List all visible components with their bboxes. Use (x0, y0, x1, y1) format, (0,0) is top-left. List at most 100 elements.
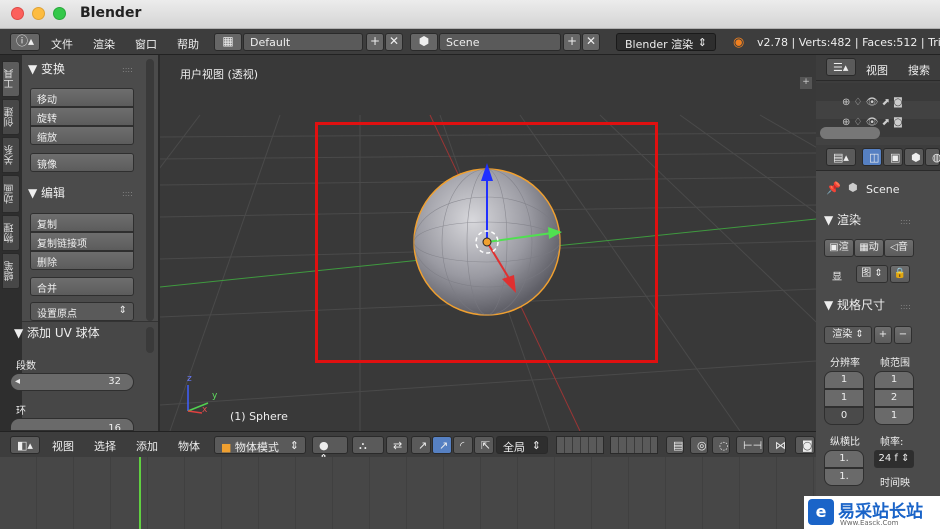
resolution-percent-field[interactable]: 0 (824, 407, 864, 425)
resolution-y-field[interactable]: 1 (824, 389, 864, 407)
toolshelf-scrollbar[interactable] (146, 59, 154, 321)
menu-select[interactable]: 选择 (94, 438, 116, 454)
remove-screen-icon[interactable]: ✕ (385, 33, 403, 51)
current-frame-line[interactable] (139, 457, 141, 529)
editor-type-button[interactable]: ⓘ▴ (10, 33, 40, 51)
snap-element-icon[interactable]: ⊢⊣ (736, 436, 764, 454)
drag-handle-icon[interactable]: :::: (122, 65, 133, 74)
edit-header[interactable]: ▼ 编辑 (28, 184, 65, 201)
move-button[interactable]: 移动 (30, 88, 134, 107)
segments-field[interactable]: ◂ 32 (10, 373, 134, 391)
mode-select[interactable]: ■ 物体模式 ⇕ (214, 436, 306, 454)
outliner-menu-view[interactable]: 视图 (866, 62, 888, 78)
remove-preset-icon[interactable]: − (894, 326, 912, 344)
tab-grease-pencil[interactable]: 蜡笔 (2, 253, 20, 289)
screen-layout-icon[interactable]: ▦ (214, 33, 242, 51)
rotate-widget-toggle[interactable]: ◜ (453, 436, 473, 454)
snap-target-icon[interactable]: ⋈ (768, 436, 786, 454)
preset-select[interactable]: 渲染 ⇕ (824, 326, 872, 344)
proportional-falloff-icon[interactable]: ◌ (712, 436, 730, 454)
scale-button[interactable]: 缩放 (30, 126, 134, 145)
dimensions-panel-header[interactable]: ▼ 规格尺寸 (824, 296, 885, 313)
lock-layers-icon[interactable]: ▤ (666, 436, 684, 454)
screen-layout-field[interactable]: Default (243, 33, 363, 51)
display-select[interactable]: 图 ⇕ (856, 265, 888, 283)
mirror-button[interactable]: 镜像 (30, 153, 134, 172)
menu-render[interactable]: 渲染 (93, 36, 115, 52)
pin-icon[interactable]: 📌 (826, 181, 841, 195)
add-preset-icon[interactable]: + (874, 326, 892, 344)
3d-viewport[interactable]: 用户视图 (透视) + z y x (1) Sphere (160, 55, 816, 431)
frame-end-field[interactable]: 2 (874, 389, 914, 407)
tab-tools[interactable]: 工具 (2, 61, 20, 97)
close-window-button[interactable] (11, 7, 24, 20)
render-panel-header[interactable]: ▼ 渲染 (824, 211, 861, 228)
manipulator-toggle[interactable]: ⇄ (386, 436, 408, 454)
view3d-editor-type-button[interactable]: ◧▴ (10, 436, 40, 454)
aspect-x-field[interactable]: 1. (824, 450, 864, 468)
menu-file[interactable]: 文件 (51, 36, 73, 52)
time-remapping-label: 时间映 (880, 478, 910, 489)
sphere-object[interactable] (160, 55, 816, 431)
outliner-scrollbar[interactable] (820, 127, 880, 139)
properties-editor-type-button[interactable]: ▤▴ (826, 148, 856, 166)
scale-widget-toggle[interactable]: ⇱ (474, 436, 494, 454)
add-scene-icon[interactable]: + (563, 33, 581, 51)
timeline-editor[interactable] (0, 457, 816, 529)
world-context-icon[interactable]: ◍ (925, 148, 940, 166)
minimize-window-button[interactable] (32, 7, 45, 20)
frame-start-field[interactable]: 1 (874, 371, 914, 389)
outliner-editor-type-button[interactable]: ☰▴ (826, 58, 856, 76)
outliner-menu-search[interactable]: 搜索 (908, 62, 930, 78)
render-view-icon[interactable]: ◙ (795, 436, 815, 454)
scene-icon[interactable]: ⬢ (410, 33, 438, 51)
scene-context-icon[interactable]: ⬢ (904, 148, 924, 166)
menu-add[interactable]: 添加 (136, 438, 158, 454)
remove-scene-icon[interactable]: ✕ (582, 33, 600, 51)
render-animation-button[interactable]: ▦动 (854, 239, 884, 257)
set-origin-select[interactable]: 设置原点 ⇕ (30, 302, 134, 321)
tab-relations[interactable]: 关系 (2, 137, 20, 173)
operator-header[interactable]: ▼ 添加 UV 球体 (10, 324, 130, 341)
layer-buttons-b[interactable] (610, 436, 658, 454)
operator-scrollbar[interactable] (146, 327, 154, 353)
lock-interface-icon[interactable]: 🔒 (890, 265, 910, 283)
add-screen-icon[interactable]: + (366, 33, 384, 51)
menu-object[interactable]: 物体 (178, 438, 200, 454)
tab-create[interactable]: 创建 (2, 99, 20, 135)
render-image-button[interactable]: ▣渲 (824, 239, 854, 257)
render-engine-select[interactable]: Blender 渲染 ⇕ (616, 33, 716, 51)
resolution-x-field[interactable]: 1 (824, 371, 864, 389)
layer-buttons-a[interactable] (556, 436, 604, 454)
render-audio-button[interactable]: ◁音 (884, 239, 914, 257)
transform-header[interactable]: ▼ 变换 (28, 60, 65, 77)
outliner-row-icons[interactable]: ⊕ ♢ 👁 ⬈ ◙ (842, 97, 903, 108)
drag-handle-icon[interactable]: :::: (122, 189, 133, 198)
tab-physics[interactable]: 物理 (2, 215, 20, 251)
rings-field[interactable]: 16 (10, 418, 134, 431)
move-widget-toggle[interactable]: ↗ (432, 436, 452, 454)
duplicate-linked-button[interactable]: 复制链接项 (30, 232, 134, 251)
delete-button[interactable]: 删除 (30, 251, 134, 270)
rotate-button[interactable]: 旋转 (30, 107, 134, 126)
menu-help[interactable]: 帮助 (177, 36, 199, 52)
frame-rate-select[interactable]: 24 f ⇕ (874, 450, 914, 468)
translate-widget-toggle[interactable]: ↗ (411, 436, 431, 454)
proportional-edit-icon[interactable]: ◎ (690, 436, 708, 454)
render-context-icon[interactable]: ◫ (862, 148, 882, 166)
aspect-y-field[interactable]: 1. (824, 468, 864, 486)
render-layers-icon[interactable]: ▣ (883, 148, 903, 166)
pivot-select[interactable]: ⛬ (352, 436, 384, 454)
menu-view[interactable]: 视图 (52, 438, 74, 454)
scene-field[interactable]: Scene (439, 33, 561, 51)
frame-step-field[interactable]: 1 (874, 407, 914, 425)
menu-window[interactable]: 窗口 (135, 36, 157, 52)
drag-handle-icon[interactable]: :::: (900, 217, 911, 226)
maximize-window-button[interactable] (53, 7, 66, 20)
shading-select[interactable]: ● ⇕ (312, 436, 348, 465)
join-button[interactable]: 合并 (30, 277, 134, 296)
duplicate-button[interactable]: 复制 (30, 213, 134, 232)
orientation-select[interactable]: 全局 ⇕ (496, 436, 548, 454)
drag-handle-icon[interactable]: :::: (900, 302, 911, 311)
tab-animation[interactable]: 动画 (2, 175, 20, 213)
